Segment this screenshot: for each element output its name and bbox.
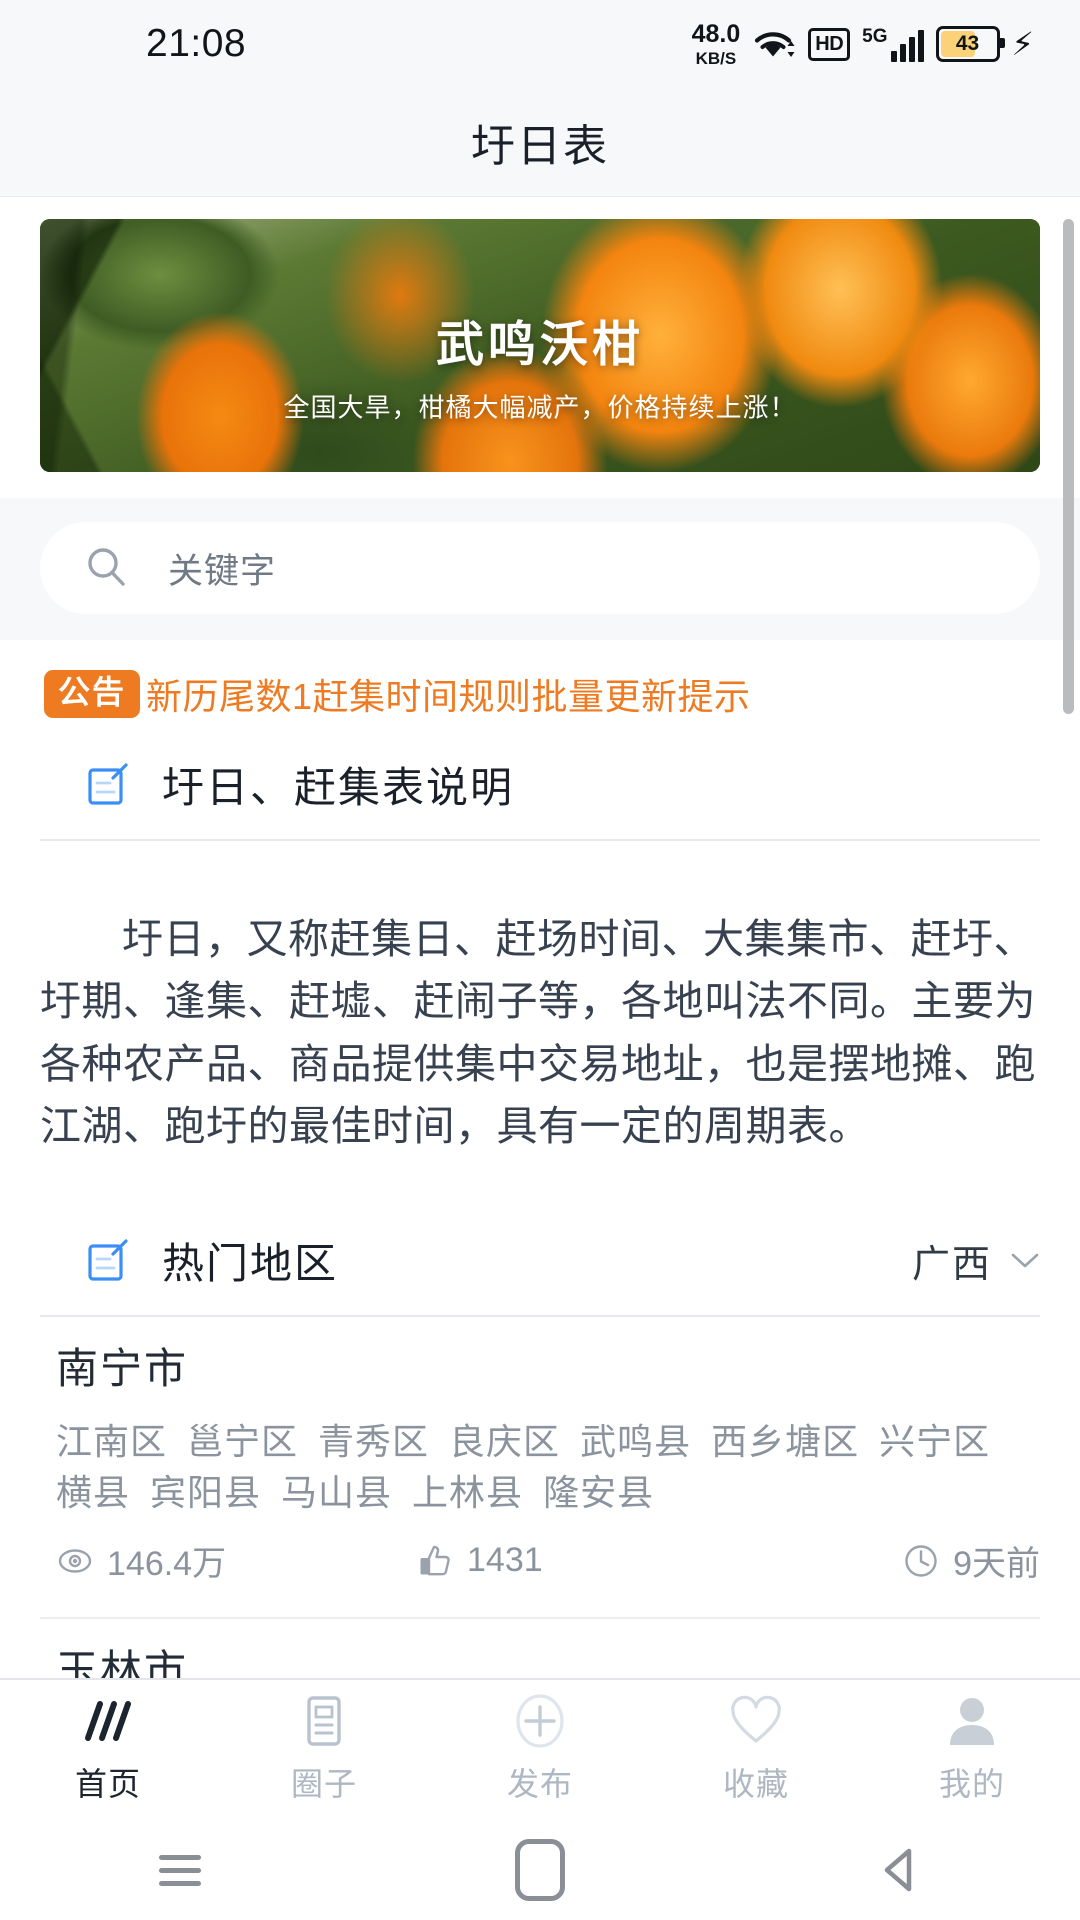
district-item[interactable]: 横县 xyxy=(56,1472,130,1513)
view-count-value: 146.4万 xyxy=(107,1545,227,1584)
network-speed-indicator: 48.0 KB/S xyxy=(691,19,741,68)
tab-favorites[interactable]: 收藏 xyxy=(648,1695,864,1805)
network-speed-value: 48.0 xyxy=(691,19,741,48)
district-item[interactable]: 江南区 xyxy=(56,1421,167,1462)
cellular-signal-icon: 5G xyxy=(862,25,924,62)
promo-banner[interactable]: 武鸣沃柑 全国大旱，柑橘大幅减产，价格持续上涨！ xyxy=(40,219,1040,472)
battery-icon: 43 xyxy=(935,26,1005,62)
tab-home[interactable]: 首页 xyxy=(0,1695,216,1805)
thumbs-up-icon xyxy=(416,1542,454,1580)
app-screen: 21:08 48.0 KB/S HD 5G 43 ⚡ 圩日表 武鸣沃柑 全国大旱… xyxy=(0,0,1080,1920)
banner-subtitle: 全国大旱，柑橘大幅减产，价格持续上涨！ xyxy=(283,392,797,423)
signal-bars xyxy=(890,29,924,62)
edit-note-icon xyxy=(86,1239,130,1283)
tab-publish[interactable]: 发布 xyxy=(432,1694,648,1805)
person-icon xyxy=(946,1695,998,1747)
district-item[interactable]: 马山县 xyxy=(281,1472,392,1513)
province-selector[interactable]: 广西 xyxy=(912,1233,1040,1288)
district-item[interactable]: 宾阳县 xyxy=(150,1472,261,1513)
status-bar: 21:08 48.0 KB/S HD 5G 43 ⚡ xyxy=(0,0,1080,88)
hd-icon: HD xyxy=(808,27,851,61)
home-icon xyxy=(515,1839,565,1901)
like-count-value: 1431 xyxy=(467,1541,543,1580)
recents-button[interactable] xyxy=(0,1854,360,1886)
page-title: 圩日表 xyxy=(471,122,609,171)
network-type-label: 5G xyxy=(862,25,888,47)
heart-icon xyxy=(728,1695,784,1747)
home-button[interactable] xyxy=(360,1839,720,1901)
system-navigation-bar xyxy=(0,1820,1080,1920)
charging-bolt-icon: ⚡ xyxy=(1011,26,1034,62)
district-item[interactable]: 良庆区 xyxy=(449,1421,560,1462)
district-list: 江南区 邕宁区 青秀区 良庆区 武鸣县 西乡塘区 兴宁区横县 宾阳县 马山县 上林县 隆安县 xyxy=(56,1416,1040,1518)
status-clock: 21:08 xyxy=(146,22,247,65)
search-band: 关键字 xyxy=(0,498,1080,640)
clock-icon xyxy=(902,1542,940,1580)
view-count: 146.4万 xyxy=(56,1536,416,1585)
updated-time-value: 9天前 xyxy=(953,1545,1040,1584)
announcement-badge: 公告 xyxy=(44,670,141,718)
document-icon xyxy=(302,1695,346,1747)
city-card[interactable]: 玉林市 兴业县玉州区容县北流市陆川县博白县福绵区 118.0万 xyxy=(0,1619,1080,1678)
tab-circle-label: 圈子 xyxy=(290,1766,357,1802)
tab-circle[interactable]: 圈子 xyxy=(216,1695,432,1805)
updated-time: 9天前 xyxy=(902,1536,1040,1585)
tab-publish-label: 发布 xyxy=(506,1766,573,1802)
chevron-down-icon xyxy=(1010,1252,1040,1270)
recents-icon xyxy=(159,1854,201,1886)
district-item[interactable]: 武鸣县 xyxy=(580,1421,691,1462)
back-button[interactable] xyxy=(720,1845,1080,1895)
like-count[interactable]: 1431 xyxy=(416,1541,756,1580)
intro-divider xyxy=(40,839,1040,841)
search-placeholder: 关键字 xyxy=(168,551,277,591)
search-icon xyxy=(84,545,130,591)
intro-section-title: 圩日、赶集表说明 xyxy=(162,764,515,811)
tab-profile[interactable]: 我的 xyxy=(864,1695,1080,1805)
home-slashes-icon xyxy=(76,1695,140,1747)
battery-percent: 43 xyxy=(955,32,980,55)
edit-note-icon xyxy=(86,762,130,807)
search-input[interactable]: 关键字 xyxy=(40,522,1040,614)
intro-body-text: 圩日，又称赶集日、赶场时间、大集集市、赶圩、圩期、逢集、赶墟、赶闹子等，各地叫法… xyxy=(40,916,1036,1149)
hot-regions-header: 热门地区 广西 xyxy=(0,1208,1080,1309)
network-speed-unit: KB/S xyxy=(695,48,737,68)
announcement-row[interactable]: 公告 新历尾数1赶集时间规则批量更新提示 xyxy=(0,640,1080,732)
banner-container: 武鸣沃柑 全国大旱，柑橘大幅减产，价格持续上涨！ xyxy=(0,197,1080,472)
status-indicators: 48.0 KB/S HD 5G 43 ⚡ xyxy=(691,19,1034,68)
eye-icon xyxy=(56,1542,94,1580)
city-stats: 146.4万 1431 9天前 xyxy=(56,1536,1040,1585)
district-item[interactable]: 西乡塘区 xyxy=(711,1421,859,1462)
banner-caption: 武鸣沃柑 全国大旱，柑橘大幅减产，价格持续上涨！ xyxy=(40,317,1040,425)
district-item[interactable]: 上林县 xyxy=(412,1472,523,1513)
city-card[interactable]: 南宁市 江南区 邕宁区 青秀区 良庆区 武鸣县 西乡塘区 兴宁区横县 宾阳县 马山县 上林县 隆安县… xyxy=(0,1317,1080,1601)
plus-circle-icon xyxy=(512,1694,568,1748)
wifi-icon xyxy=(752,27,796,61)
banner-title: 武鸣沃柑 xyxy=(435,318,644,372)
title-bar: 圩日表 xyxy=(0,88,1080,197)
tab-home-label: 首页 xyxy=(74,1766,141,1802)
tab-profile-label: 我的 xyxy=(938,1766,1005,1802)
announcement-text: 新历尾数1赶集时间规则批量更新提示 xyxy=(146,676,751,717)
district-item[interactable]: 隆安县 xyxy=(543,1472,654,1513)
city-name: 玉林市 xyxy=(56,1647,189,1678)
district-item[interactable]: 兴宁区 xyxy=(879,1421,990,1462)
back-icon xyxy=(877,1845,923,1895)
hot-regions-title: 热门地区 xyxy=(162,1240,339,1288)
selected-province: 广西 xyxy=(911,1244,992,1287)
city-name: 南宁市 xyxy=(56,1345,189,1393)
tab-favorites-label: 收藏 xyxy=(722,1766,789,1802)
intro-section-header: 圩日、赶集表说明 xyxy=(0,732,1080,833)
district-item[interactable]: 青秀区 xyxy=(318,1421,429,1462)
district-item[interactable]: 邕宁区 xyxy=(187,1421,298,1462)
vertical-scrollbar[interactable] xyxy=(1063,219,1074,714)
bottom-tab-bar: 首页 圈子 发布 收藏 我的 xyxy=(0,1678,1080,1820)
scroll-content[interactable]: 武鸣沃柑 全国大旱，柑橘大幅减产，价格持续上涨！ 关键字 公告 新历尾数1赶集时… xyxy=(0,197,1080,1678)
